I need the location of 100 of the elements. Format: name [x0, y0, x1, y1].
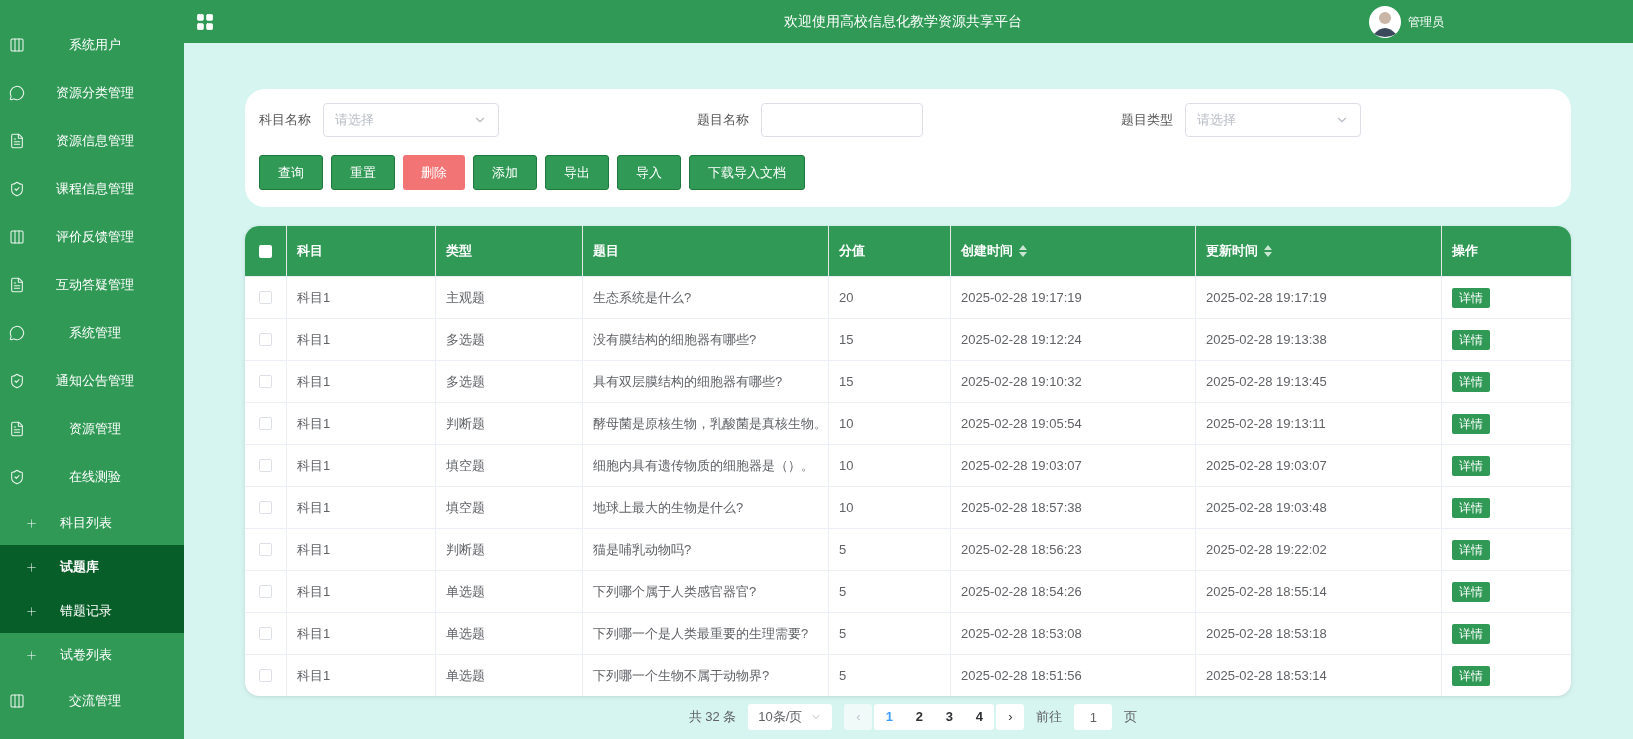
row-checkbox[interactable]: [259, 459, 272, 472]
action-button[interactable]: 导入: [617, 155, 681, 190]
select-all-checkbox[interactable]: [259, 244, 272, 258]
detail-button[interactable]: 详情: [1452, 539, 1490, 560]
sort-icon[interactable]: [1264, 245, 1272, 257]
action-button[interactable]: 删除: [403, 155, 465, 190]
total-count: 共 32 条: [688, 708, 737, 727]
select-field[interactable]: 请选择: [323, 103, 499, 137]
row-checkbox[interactable]: [259, 543, 272, 556]
sidebar-item[interactable]: 在线测验: [0, 453, 184, 501]
column-header[interactable]: 创建时间: [951, 226, 1196, 276]
detail-button[interactable]: 详情: [1452, 665, 1490, 686]
table-cell-text: 2025-02-28 19:10:32: [961, 372, 1082, 391]
column-header[interactable]: 分值: [829, 226, 951, 276]
table-cell-text: 5: [839, 666, 847, 685]
table-cell-text: 填空题: [446, 498, 485, 517]
page-input[interactable]: 1: [1074, 704, 1113, 730]
page-button[interactable]: 2: [904, 704, 935, 730]
row-checkbox[interactable]: [259, 417, 272, 430]
row-checkbox[interactable]: [259, 375, 272, 388]
page-button[interactable]: 3: [934, 704, 965, 730]
table-cell-text: 下列哪个属于人类感官器官?: [593, 582, 757, 601]
table-cell-text: 2025-02-28 18:53:14: [1206, 666, 1327, 685]
chat-icon: [9, 85, 25, 101]
sidebar-item[interactable]: 通知公告管理: [0, 357, 184, 405]
sort-icon[interactable]: [1019, 245, 1027, 257]
table-cell-text: 2025-02-28 18:57:38: [961, 498, 1082, 517]
filter-label: 题目名称: [697, 111, 749, 130]
sidebar-item[interactable]: 资源管理: [0, 405, 184, 453]
action-button[interactable]: 下载导入文档: [689, 155, 805, 190]
row-checkbox[interactable]: [259, 333, 272, 346]
sidebar-item[interactable]: 评价反馈管理: [0, 213, 184, 261]
table-cell-text: 2025-02-28 18:55:14: [1206, 582, 1327, 601]
column-header[interactable]: 操作: [1442, 226, 1571, 276]
sidebar-item[interactable]: 交流管理: [0, 677, 184, 725]
row-checkbox[interactable]: [259, 501, 272, 514]
table-cell-text: 2025-02-28 18:56:23: [961, 540, 1082, 559]
table-cell-text: 2025-02-28 18:51:56: [961, 666, 1082, 685]
row-checkbox[interactable]: [259, 291, 272, 304]
plus-icon: [25, 560, 38, 574]
input-field[interactable]: [761, 103, 923, 137]
sidebar-item[interactable]: 互动答疑管理: [0, 261, 184, 309]
column-header[interactable]: 更新时间: [1196, 226, 1442, 276]
action-button[interactable]: 添加: [473, 155, 537, 190]
page-button[interactable]: 1: [874, 704, 905, 730]
column-header[interactable]: 题目: [583, 226, 829, 276]
sidebar-item[interactable]: 课程信息管理: [0, 165, 184, 213]
sidebar-item[interactable]: 资源信息管理: [0, 117, 184, 165]
action-button[interactable]: 查询: [259, 155, 323, 190]
table-cell-text: 科目1: [297, 330, 331, 349]
sidebar-subitem[interactable]: 错题记录: [0, 589, 184, 633]
sidebar-item[interactable]: 资源分类管理: [0, 69, 184, 117]
table-cell-text: 单选题: [446, 666, 485, 685]
columns-icon: [9, 37, 25, 53]
detail-button[interactable]: 详情: [1452, 413, 1490, 434]
plus-icon: [25, 516, 38, 530]
action-button[interactable]: 重置: [331, 155, 395, 190]
detail-button[interactable]: 详情: [1452, 329, 1490, 350]
site-title: 欢迎使用高校信息化教学资源共享平台: [784, 12, 1022, 31]
column-header[interactable]: 科目: [287, 226, 436, 276]
table-cell-text: 生态系统是什么?: [593, 288, 692, 307]
row-checkbox[interactable]: [259, 627, 272, 640]
document-icon: [9, 421, 25, 437]
table-cell-text: 科目1: [297, 414, 331, 433]
next-page-button[interactable]: ›: [996, 704, 1025, 730]
table-cell-text: 10: [839, 414, 854, 433]
row-checkbox[interactable]: [259, 669, 272, 682]
select-field[interactable]: 请选择: [1185, 103, 1361, 137]
detail-button[interactable]: 详情: [1452, 581, 1490, 602]
table-cell-text: 2025-02-28 19:03:48: [1206, 498, 1327, 517]
detail-button[interactable]: 详情: [1452, 287, 1490, 308]
row-checkbox[interactable]: [259, 585, 272, 598]
detail-button[interactable]: 详情: [1452, 623, 1490, 644]
page-size-select[interactable]: 10条/页: [748, 704, 833, 730]
detail-button[interactable]: 详情: [1452, 455, 1490, 476]
page-button[interactable]: 4: [964, 704, 995, 730]
table-cell-text: 2025-02-28 19:13:11: [1206, 414, 1326, 433]
table-cell-text: 科目1: [297, 624, 331, 643]
plus-icon: [25, 648, 38, 662]
table-cell-text: 2025-02-28 19:13:38: [1206, 330, 1327, 349]
user-name: 管理员: [1408, 13, 1444, 31]
menu-icon[interactable]: [195, 11, 215, 32]
table-cell-text: 判断题: [446, 414, 485, 433]
detail-button[interactable]: 详情: [1452, 497, 1490, 518]
table-cell-text: 2025-02-28 18:53:08: [961, 624, 1082, 643]
sidebar-item[interactable]: 系统管理: [0, 309, 184, 357]
table-cell-text: 科目1: [297, 540, 331, 559]
document-icon: [9, 277, 25, 293]
sidebar-subitem[interactable]: 科目列表: [0, 501, 184, 545]
sidebar-subitem[interactable]: 试卷列表: [0, 633, 184, 677]
table-cell-text: 10: [839, 456, 854, 475]
column-header[interactable]: 类型: [436, 226, 583, 276]
sidebar-item[interactable]: 系统用户: [0, 21, 184, 69]
table-cell-text: 填空题: [446, 456, 485, 475]
action-button[interactable]: 导出: [545, 155, 609, 190]
sidebar-subitem[interactable]: 试题库: [0, 545, 184, 589]
detail-button[interactable]: 详情: [1452, 371, 1490, 392]
table-cell-text: 单选题: [446, 582, 485, 601]
table-cell-text: 2025-02-28 19:22:02: [1206, 540, 1327, 559]
table-cell-text: 猫是哺乳动物吗?: [593, 540, 692, 559]
